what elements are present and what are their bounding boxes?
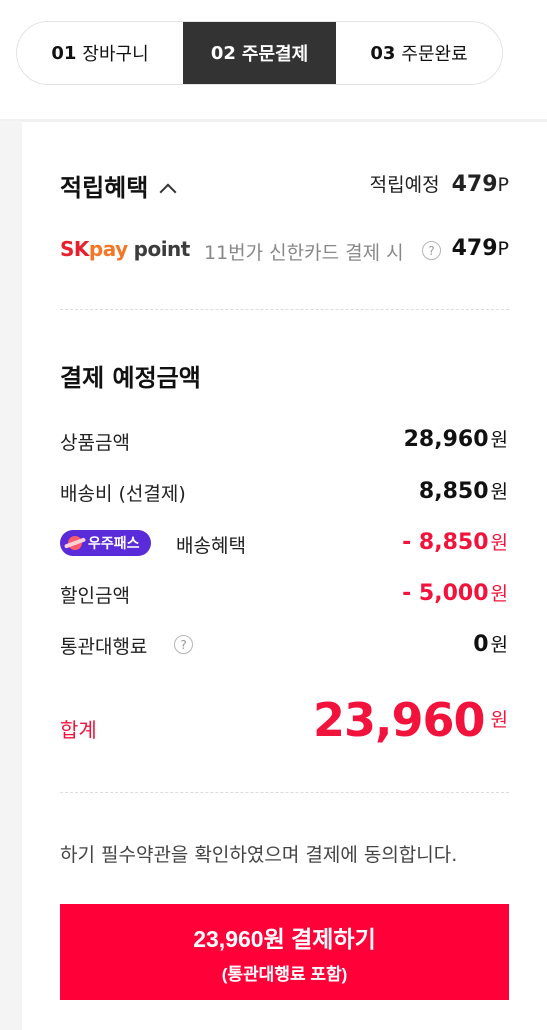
step-number: 02 — [210, 42, 236, 64]
step-complete[interactable]: 03 주문완료 — [336, 22, 502, 84]
step-label: 장바구니 — [82, 44, 149, 65]
badge-label: 우주패스 — [88, 536, 140, 552]
row-label-discount: 할인금액 — [60, 585, 130, 607]
skpay-reward: 479P — [452, 236, 509, 261]
amount: - 5,000 — [402, 581, 489, 606]
amount: 28,960 — [403, 427, 489, 452]
order-step-header: 01 장바구니 02 주문결제 03 주문완료 — [0, 0, 547, 121]
pay-button[interactable]: 23,960원 결제하기 (통관대행료 포함) — [60, 904, 509, 1000]
terms-agreement-notice: 하기 필수약관을 확인하였으며 결제에 동의합니다. — [60, 844, 458, 866]
row-value-discount: - 5,000 원 — [402, 579, 508, 606]
total-value: 23,960 — [313, 693, 486, 747]
skpay-value: 479 — [451, 236, 498, 261]
chevron-up-icon — [159, 183, 177, 201]
total-label: 합계 — [60, 718, 97, 742]
row-value-product: 28,960 원 — [404, 425, 508, 452]
won-unit: 원 — [490, 634, 508, 656]
reward-expected: 적립예정 479P — [370, 170, 509, 197]
skpay-logo-sk: SK — [60, 237, 89, 261]
reward-expected-unit: P — [497, 174, 509, 196]
payment-title: 결제 예정금액 — [60, 364, 201, 392]
step-label: 주문완료 — [401, 44, 468, 65]
reward-expected-label: 적립예정 — [369, 174, 440, 196]
side-gutter — [0, 121, 22, 1030]
step-number: 03 — [370, 42, 396, 64]
reward-toggle[interactable]: 적립혜택 — [60, 168, 177, 203]
row-label-shipping: 배송비 (선결제) — [60, 483, 186, 505]
row-label-product: 상품금액 — [60, 432, 130, 454]
skpay-point-logo: SKpay point — [60, 237, 190, 261]
step-cart[interactable]: 01 장바구니 — [17, 22, 183, 84]
reward-title: 적립혜택 — [60, 174, 149, 202]
won-unit: 원 — [490, 532, 508, 554]
planet-icon — [68, 536, 82, 550]
won-unit: 원 — [490, 429, 508, 451]
pay-button-sublabel: (통관대행료 포함) — [221, 964, 348, 984]
won-unit: 원 — [490, 583, 508, 605]
step-number: 01 — [51, 42, 77, 64]
total-amount: 23,960 원 — [313, 693, 508, 747]
amount: 8,850 — [418, 479, 489, 504]
row-label-customs: 통관대행료 — [60, 636, 148, 658]
skpay-unit: P — [497, 238, 509, 260]
reward-expected-value: 479 — [451, 172, 498, 197]
help-icon[interactable]: ? — [174, 635, 193, 654]
won-unit: 원 — [490, 709, 508, 731]
pay-button-label: 23,960원 결제하기 — [193, 925, 376, 952]
skpay-logo-pay: pay — [88, 237, 128, 261]
row-value-shipping-benefit: - 8,850 원 — [402, 528, 508, 555]
won-unit: 원 — [490, 481, 508, 503]
help-icon[interactable]: ? — [422, 241, 441, 260]
row-value-shipping: 8,850 원 — [419, 477, 508, 504]
order-steps: 01 장바구니 02 주문결제 03 주문완료 — [16, 21, 503, 85]
amount: 0 — [473, 632, 489, 657]
skpay-condition: 11번가 신한카드 결제 시 — [204, 242, 404, 264]
step-checkout-active[interactable]: 02 주문결제 — [183, 22, 336, 84]
row-label-shipping-benefit: 배송혜택 — [176, 535, 246, 557]
section-divider — [60, 792, 509, 793]
skpay-logo-point: point — [133, 237, 191, 261]
woozoo-pass-badge: 우주패스 — [60, 530, 151, 556]
section-divider — [60, 309, 509, 310]
woozoo-pass-tag: 우주패스 — [60, 530, 151, 556]
row-value-customs: 0원 — [473, 630, 508, 657]
amount: - 8,850 — [402, 530, 489, 555]
step-label: 주문결제 — [241, 44, 309, 65]
